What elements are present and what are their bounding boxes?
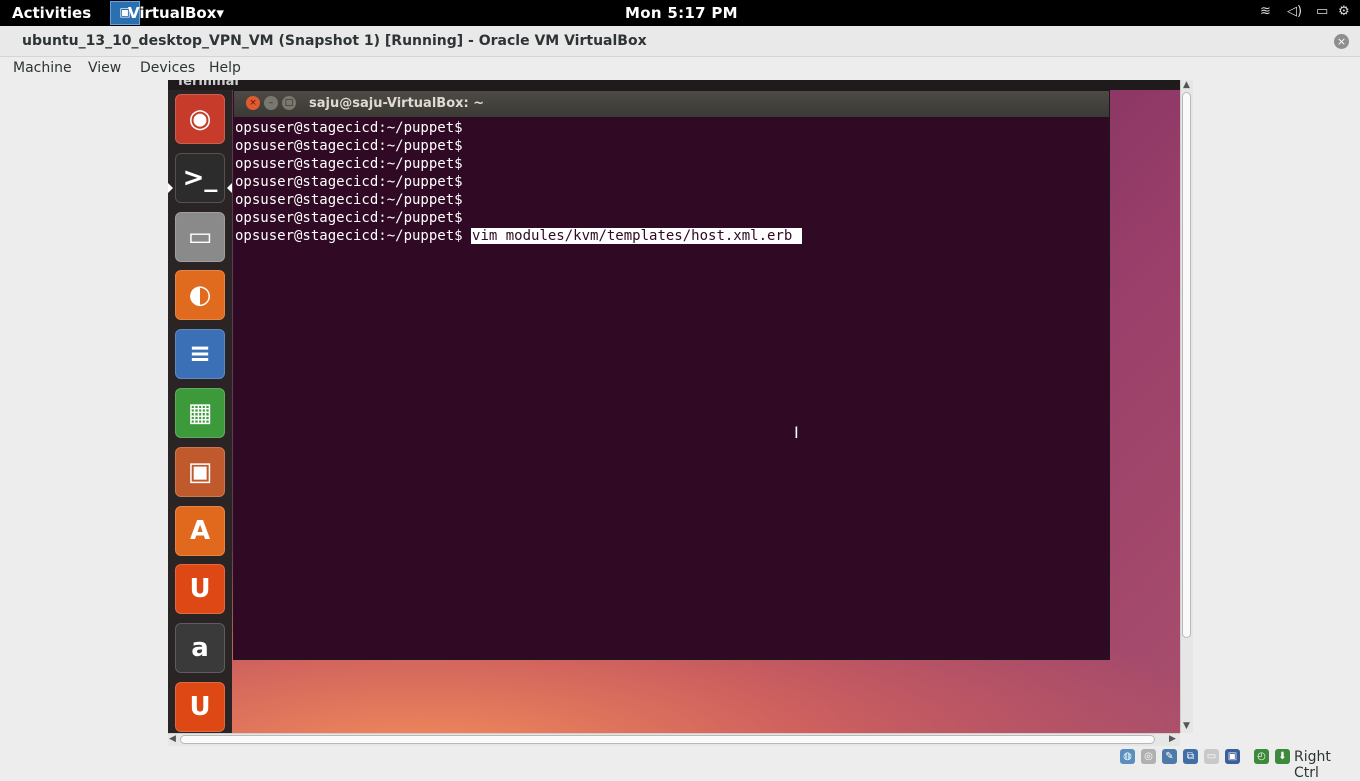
launcher-ubuntu-one[interactable]: U: [175, 564, 225, 615]
unity-launcher: ◉ >_ ▭ ◐ ≡ ▦ ▣ A Ua U: [168, 90, 232, 733]
scroll-left-icon[interactable]: ◀: [169, 734, 176, 744]
menu-machine[interactable]: Machine: [13, 60, 72, 76]
volume-icon[interactable]: ◁): [1287, 4, 1302, 19]
horizontal-scroll-thumb[interactable]: [180, 735, 1155, 744]
launcher-firefox[interactable]: ◐: [175, 270, 225, 321]
launcher-libreoffice-calc[interactable]: ▦: [175, 388, 225, 438]
shared-folders-icon[interactable]: ▭: [1204, 749, 1219, 764]
vertical-scroll-thumb[interactable]: [1182, 92, 1191, 638]
terminal-window[interactable]: × – □ saju@saju-VirtualBox: ~ opsuser@st…: [233, 90, 1110, 660]
virtualbox-menubar: Machine View Devices Help: [0, 57, 1360, 80]
horizontal-scrollbar[interactable]: ◀ ▶: [168, 733, 1180, 746]
capture-icon[interactable]: ◴: [1254, 749, 1269, 764]
virtualbox-titlebar: ubuntu_13_10_desktop_VPN_VM (Snapshot 1)…: [0, 26, 1360, 57]
launcher-amazon[interactable]: a: [175, 623, 225, 674]
usb-icon[interactable]: ✎: [1162, 749, 1177, 764]
terminal-line: opsuser@stagecicd:~/puppet$: [235, 210, 463, 226]
window-title: ubuntu_13_10_desktop_VPN_VM (Snapshot 1)…: [22, 33, 647, 49]
vertical-scrollbar[interactable]: ▲ ▼: [1180, 80, 1193, 733]
close-icon[interactable]: ×: [1334, 34, 1349, 49]
ubuntu-one-icon: U: [189, 574, 211, 605]
launcher-ubuntu-one-music[interactable]: U: [175, 682, 225, 732]
battery-icon[interactable]: ▭: [1316, 4, 1328, 19]
launcher-terminal[interactable]: >_: [175, 152, 225, 203]
clock[interactable]: Mon 5:17 PM: [625, 4, 738, 22]
menu-view[interactable]: View: [88, 60, 121, 76]
libreoffice-impress-icon: ▣: [187, 456, 213, 487]
libreoffice-writer-icon: ≡: [189, 339, 211, 370]
app-menu-label: VirtualBox: [128, 4, 217, 22]
software-center-icon: A: [189, 515, 211, 546]
selected-command[interactable]: vim modules/kvm/templates/host.xml.erb: [471, 228, 802, 244]
terminal-line: opsuser@stagecicd:~/puppet$: [235, 192, 463, 208]
scroll-down-icon[interactable]: ▼: [1183, 721, 1190, 731]
terminal-titlebar[interactable]: × – □ saju@saju-VirtualBox: ~: [234, 91, 1109, 117]
host-key-label: Right Ctrl: [1294, 749, 1331, 781]
text-cursor-icon: I: [794, 423, 799, 442]
launcher-ubuntu-dash[interactable]: ◉: [175, 94, 225, 144]
launcher-software-center[interactable]: A: [175, 505, 225, 556]
terminal-close-icon[interactable]: ×: [246, 96, 260, 110]
gnome-top-bar: Activities ▣ VirtualBox▾ Mon 5:17 PM ≋ ◁…: [0, 0, 1360, 26]
guest-display[interactable]: Terminal ◉ >_ ▭ ◐ ≡ ▦ ▣ A Ua U × – □ saju@saju-Vi…: [168, 80, 1180, 733]
terminal-minimize-icon[interactable]: –: [264, 96, 278, 110]
network-icon[interactable]: ⧉: [1183, 749, 1198, 764]
terminal-line: opsuser@stagecicd:~/puppet$: [235, 138, 463, 154]
wifi-icon[interactable]: ≋: [1260, 4, 1271, 19]
hard-disk-icon[interactable]: ◍: [1120, 749, 1135, 764]
chevron-down-icon: ▾: [216, 4, 224, 22]
scroll-up-icon[interactable]: ▲: [1183, 80, 1190, 90]
virtualbox-statusbar: ◍ ◎ ✎ ⧉ ▭ ▣ ◴ ⬇ Right Ctrl: [0, 746, 1360, 781]
launcher-libreoffice-writer[interactable]: ≡: [175, 329, 225, 380]
launcher-libreoffice-impress[interactable]: ▣: [175, 446, 225, 497]
terminal-line: opsuser@stagecicd:~/puppet$: [235, 156, 463, 172]
app-menu[interactable]: VirtualBox▾: [128, 4, 224, 22]
activities-button[interactable]: Activities: [12, 4, 91, 22]
amazon-icon: a: [191, 633, 209, 664]
terminal-maximize-icon[interactable]: □: [282, 96, 296, 110]
ubuntu-one-music-icon: U: [189, 692, 211, 722]
launcher-files[interactable]: ▭: [175, 211, 225, 262]
terminal-title: saju@saju-VirtualBox: ~: [309, 96, 485, 111]
settings-icon[interactable]: ⚙: [1338, 4, 1350, 19]
terminal-output[interactable]: opsuser@stagecicd:~/puppet$ opsuser@stag…: [234, 117, 1109, 659]
guest-top-panel: Terminal: [168, 80, 1180, 90]
terminal-current-line: opsuser@stagecicd:~/puppet$ vim modules/…: [235, 227, 802, 245]
firefox-icon: ◐: [188, 280, 212, 311]
mouse-integration-icon[interactable]: ⬇: [1275, 749, 1290, 764]
menu-help[interactable]: Help: [209, 60, 241, 76]
guest-panel-title: Terminal: [176, 80, 239, 89]
scroll-right-icon[interactable]: ▶: [1169, 734, 1176, 744]
libreoffice-calc-icon: ▦: [187, 398, 213, 428]
focus-indicator-icon: [227, 183, 232, 193]
active-indicator-icon: [168, 183, 173, 193]
display-icon[interactable]: ▣: [1225, 749, 1240, 764]
files-icon: ▭: [187, 221, 213, 252]
menu-devices[interactable]: Devices: [140, 60, 195, 76]
terminal-line: opsuser@stagecicd:~/puppet$: [235, 174, 463, 190]
terminal-prompt: opsuser@stagecicd:~/puppet$: [235, 228, 463, 244]
ubuntu-dash-icon: ◉: [188, 104, 212, 134]
terminal-icon: >_: [182, 162, 218, 193]
terminal-line: opsuser@stagecicd:~/puppet$: [235, 120, 463, 136]
optical-drive-icon[interactable]: ◎: [1141, 749, 1156, 764]
